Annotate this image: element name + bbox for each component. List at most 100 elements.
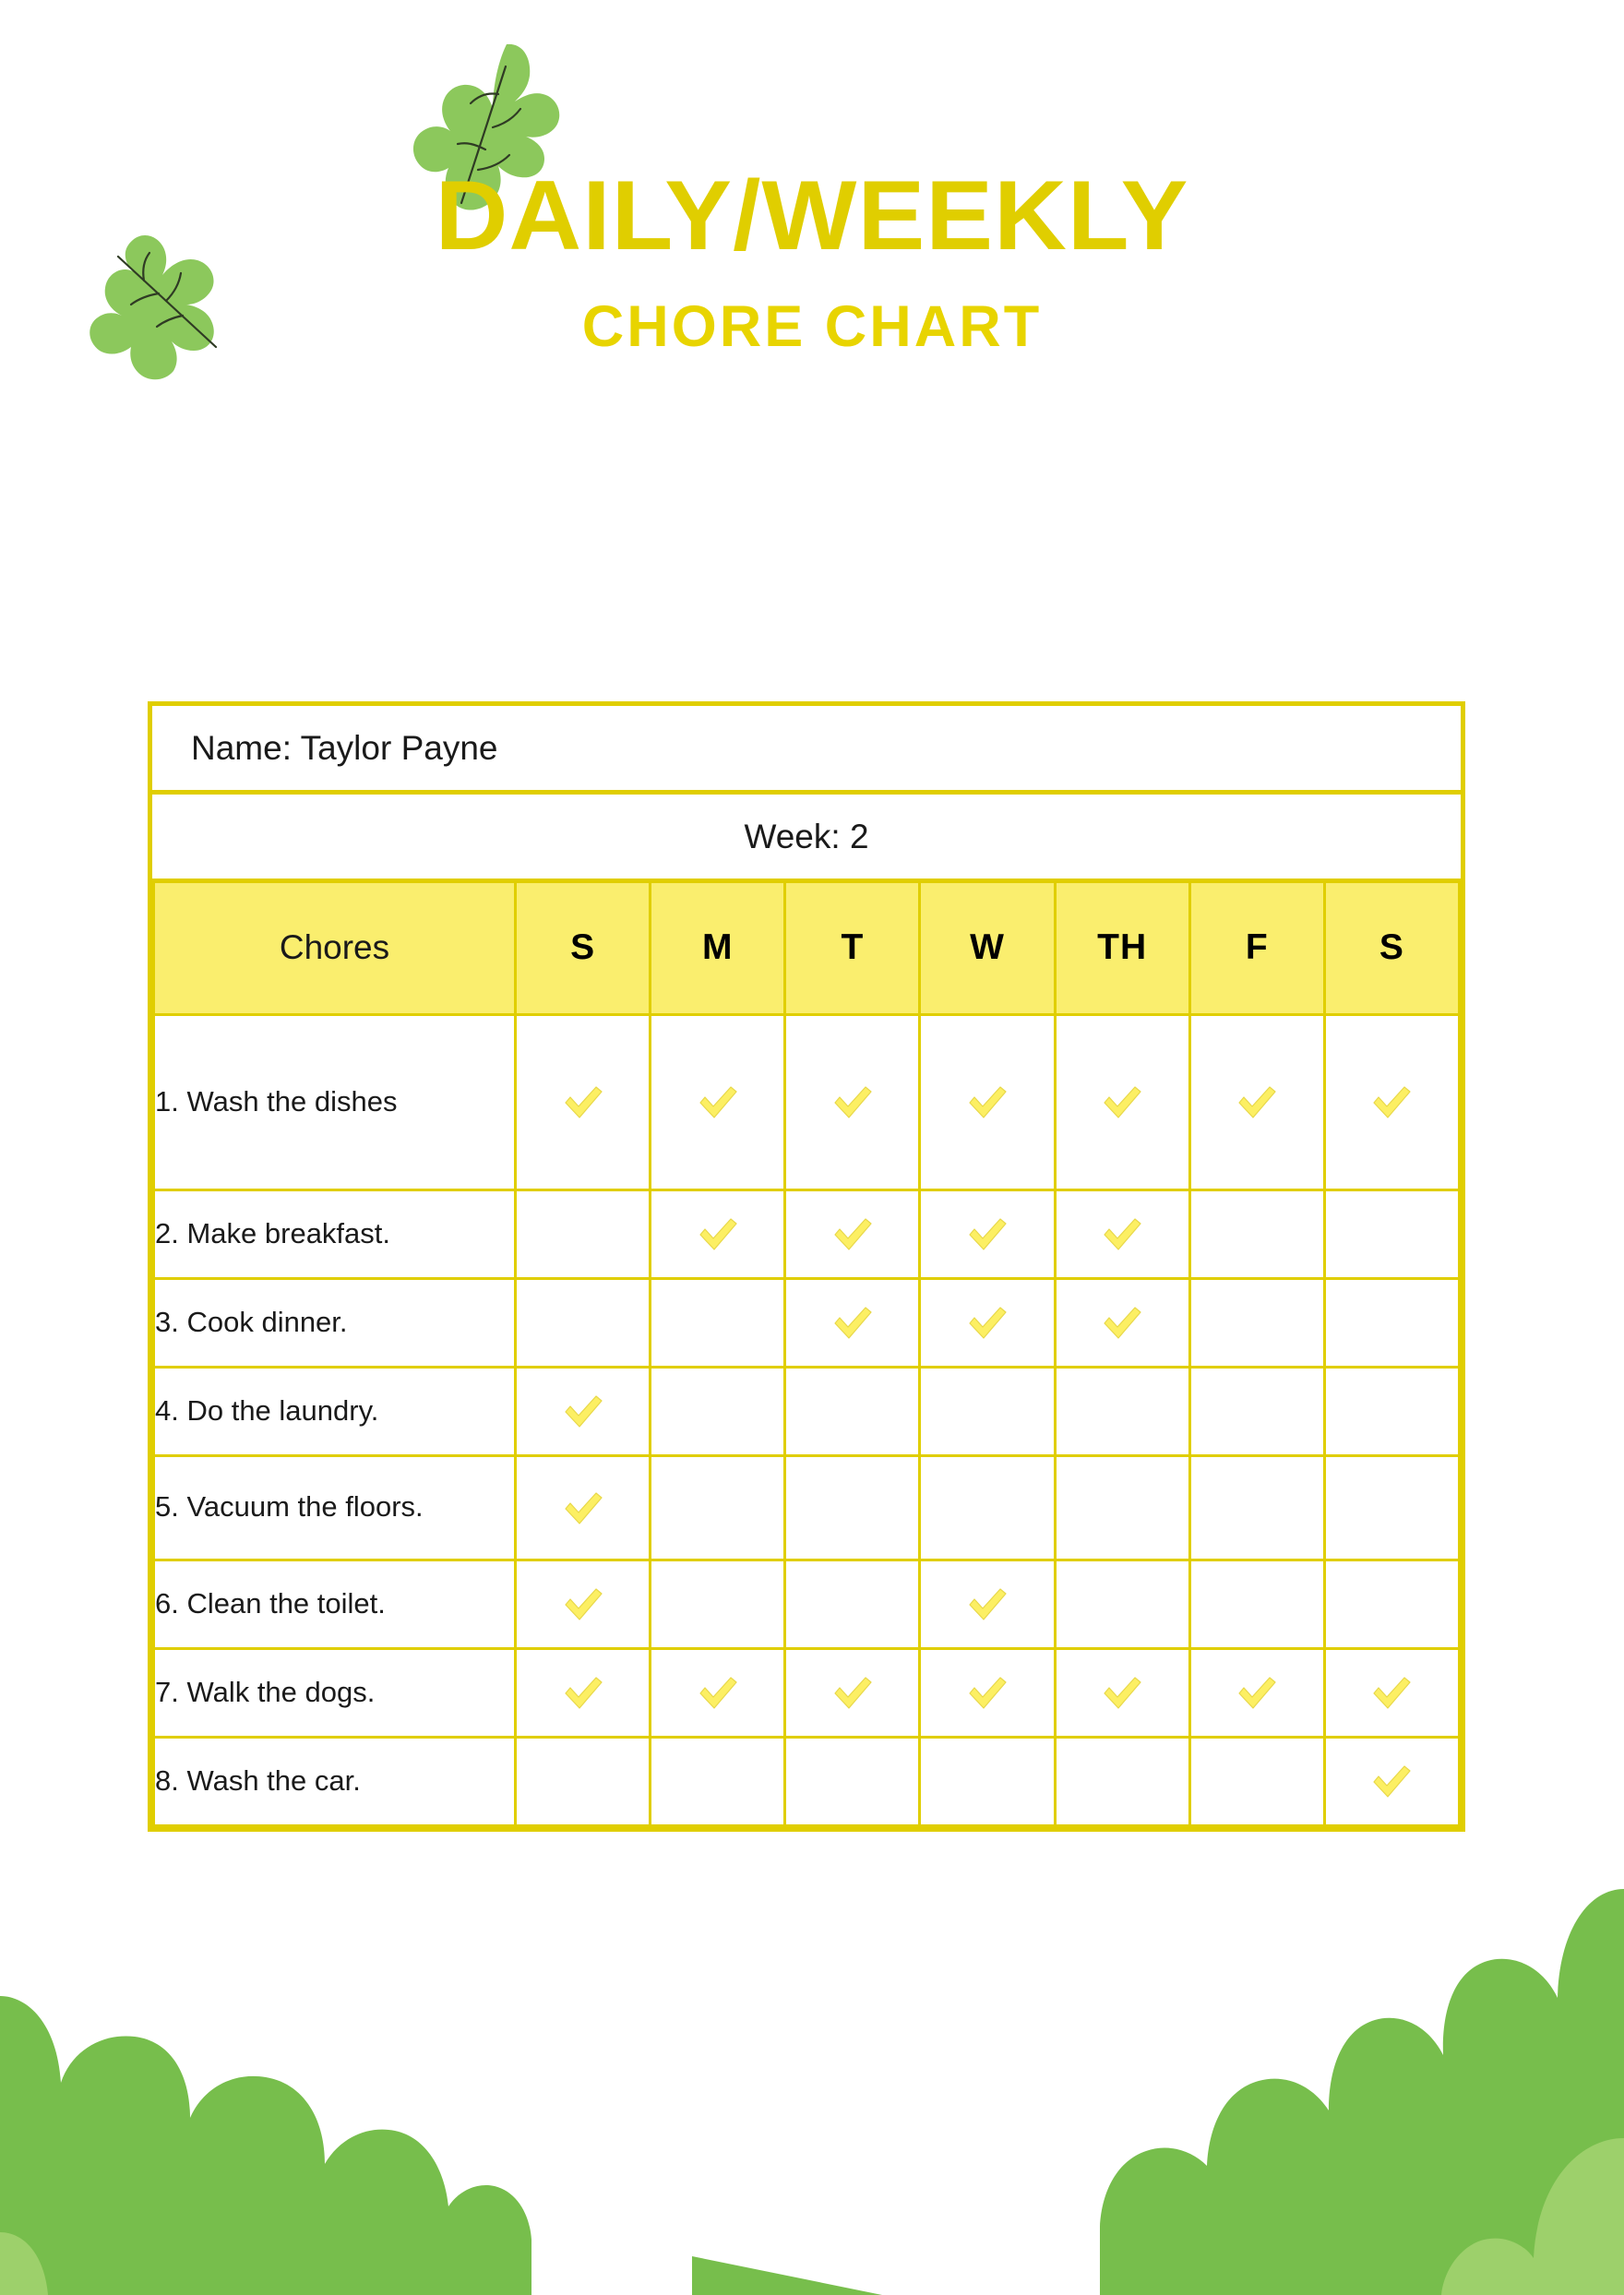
checkmark-icon — [1104, 1307, 1141, 1339]
table-row: 5. Vacuum the floors. — [152, 1453, 1462, 1561]
checkmark-icon — [1104, 1677, 1141, 1709]
check-cell-r1-F[interactable] — [1188, 1012, 1326, 1191]
check-cell-r8-T[interactable] — [783, 1735, 922, 1827]
check-cell-r6-F[interactable] — [1188, 1558, 1326, 1650]
check-cell-r1-T[interactable] — [783, 1012, 922, 1191]
checkmark-icon — [564, 1086, 603, 1118]
check-cell-r5-W[interactable] — [918, 1453, 1057, 1561]
check-cell-r8-S[interactable] — [1322, 1735, 1462, 1827]
column-header-day-1: M — [649, 883, 787, 1016]
check-cell-r3-TH[interactable] — [1053, 1276, 1191, 1369]
check-cell-r8-W[interactable] — [918, 1735, 1057, 1827]
check-cell-r2-F[interactable] — [1188, 1188, 1326, 1280]
column-header-day-2: T — [783, 883, 922, 1016]
checkmark-icon — [969, 1218, 1007, 1250]
chore-label-5: 5. Vacuum the floors. — [152, 1453, 517, 1561]
chore-label-1: 1. Wash the dishes — [152, 1012, 517, 1191]
check-cell-r4-W[interactable] — [918, 1365, 1057, 1457]
check-cell-r8-M[interactable] — [649, 1735, 787, 1827]
checkmark-icon — [969, 1307, 1007, 1339]
column-header-day-6: S — [1322, 883, 1462, 1016]
chore-grid-body: 1. Wash the dishes 2. Make breakfast. 3. C… — [152, 1012, 1462, 1827]
checkmark-icon — [699, 1086, 737, 1118]
check-cell-r7-W[interactable] — [918, 1646, 1057, 1739]
checkmark-icon — [564, 1491, 603, 1524]
check-cell-r2-W[interactable] — [918, 1188, 1057, 1280]
table-row: 7. Walk the dogs. — [152, 1646, 1462, 1739]
week-field-value: Week: 2 — [744, 817, 869, 855]
check-cell-r2-S[interactable] — [1322, 1188, 1462, 1280]
check-cell-r4-S[interactable] — [1322, 1365, 1462, 1457]
check-cell-r8-F[interactable] — [1188, 1735, 1326, 1827]
check-cell-r3-F[interactable] — [1188, 1276, 1326, 1369]
check-cell-r4-S[interactable] — [513, 1365, 652, 1457]
table-header-row: Chores S M T W TH F S — [152, 883, 1462, 1016]
checkmark-icon — [1373, 1086, 1412, 1118]
check-cell-r4-M[interactable] — [649, 1365, 787, 1457]
check-cell-r1-S[interactable] — [513, 1012, 652, 1191]
check-cell-r8-TH[interactable] — [1053, 1735, 1191, 1827]
check-cell-r7-F[interactable] — [1188, 1646, 1326, 1739]
column-header-day-0: S — [513, 883, 652, 1016]
name-field-value: Name: Taylor Payne — [191, 728, 498, 767]
chore-label-7: 7. Walk the dogs. — [152, 1646, 517, 1739]
check-cell-r1-TH[interactable] — [1053, 1012, 1191, 1191]
chore-label-8: 8. Wash the car. — [152, 1735, 517, 1827]
checkmark-icon — [564, 1395, 603, 1428]
check-cell-r6-S[interactable] — [513, 1558, 652, 1650]
week-field-row[interactable]: Week: 2 — [152, 795, 1461, 883]
check-cell-r6-S[interactable] — [1322, 1558, 1462, 1650]
check-cell-r6-TH[interactable] — [1053, 1558, 1191, 1650]
check-cell-r7-S[interactable] — [1322, 1646, 1462, 1739]
check-cell-r7-TH[interactable] — [1053, 1646, 1191, 1739]
name-field-row[interactable]: Name: Taylor Payne — [152, 706, 1461, 795]
check-cell-r4-F[interactable] — [1188, 1365, 1326, 1457]
check-cell-r1-W[interactable] — [918, 1012, 1057, 1191]
check-cell-r7-M[interactable] — [649, 1646, 787, 1739]
check-cell-r7-T[interactable] — [783, 1646, 922, 1739]
check-cell-r3-M[interactable] — [649, 1276, 787, 1369]
checkmark-icon — [834, 1307, 872, 1339]
check-cell-r3-S[interactable] — [513, 1276, 652, 1369]
check-cell-r6-W[interactable] — [918, 1558, 1057, 1650]
check-cell-r1-M[interactable] — [649, 1012, 787, 1191]
check-cell-r5-S[interactable] — [1322, 1453, 1462, 1561]
check-cell-r6-M[interactable] — [649, 1558, 787, 1650]
check-cell-r3-W[interactable] — [918, 1276, 1057, 1369]
title-line-2: CHORE CHART — [581, 294, 1043, 359]
table-row: 4. Do the laundry. — [152, 1365, 1462, 1457]
column-header-day-5: F — [1188, 883, 1326, 1016]
check-cell-r6-T[interactable] — [783, 1558, 922, 1650]
check-cell-r1-S[interactable] — [1322, 1012, 1462, 1191]
column-header-day-4: TH — [1053, 883, 1191, 1016]
checkmark-icon — [1238, 1677, 1276, 1709]
checkmark-icon — [1104, 1086, 1141, 1118]
checkmark-icon — [969, 1677, 1007, 1709]
check-cell-r4-T[interactable] — [783, 1365, 922, 1457]
check-cell-r5-T[interactable] — [783, 1453, 922, 1561]
checkmark-icon — [834, 1218, 872, 1250]
check-cell-r2-T[interactable] — [783, 1188, 922, 1280]
table-row: 2. Make breakfast. — [152, 1188, 1462, 1280]
checkmark-icon — [834, 1677, 872, 1709]
checkmark-icon — [1373, 1677, 1412, 1709]
check-cell-r3-S[interactable] — [1322, 1276, 1462, 1369]
checkmark-icon — [699, 1677, 737, 1709]
table-row: 1. Wash the dishes — [152, 1012, 1462, 1191]
check-cell-r5-M[interactable] — [649, 1453, 787, 1561]
bush-right-decoration — [692, 1889, 1624, 2295]
check-cell-r2-M[interactable] — [649, 1188, 787, 1280]
bush-left-decoration — [0, 1996, 531, 2295]
check-cell-r2-TH[interactable] — [1053, 1188, 1191, 1280]
check-cell-r4-TH[interactable] — [1053, 1365, 1191, 1457]
check-cell-r5-S[interactable] — [513, 1453, 652, 1561]
check-cell-r5-F[interactable] — [1188, 1453, 1326, 1561]
check-cell-r2-S[interactable] — [513, 1188, 652, 1280]
chore-chart-table: Name: Taylor Payne Week: 2 Chores S M T … — [148, 701, 1465, 1832]
check-cell-r3-T[interactable] — [783, 1276, 922, 1369]
check-cell-r8-S[interactable] — [513, 1735, 652, 1827]
check-cell-r5-TH[interactable] — [1053, 1453, 1191, 1561]
table-row: 6. Clean the toilet. — [152, 1558, 1462, 1650]
check-cell-r7-S[interactable] — [513, 1646, 652, 1739]
chore-label-3: 3. Cook dinner. — [152, 1276, 517, 1369]
